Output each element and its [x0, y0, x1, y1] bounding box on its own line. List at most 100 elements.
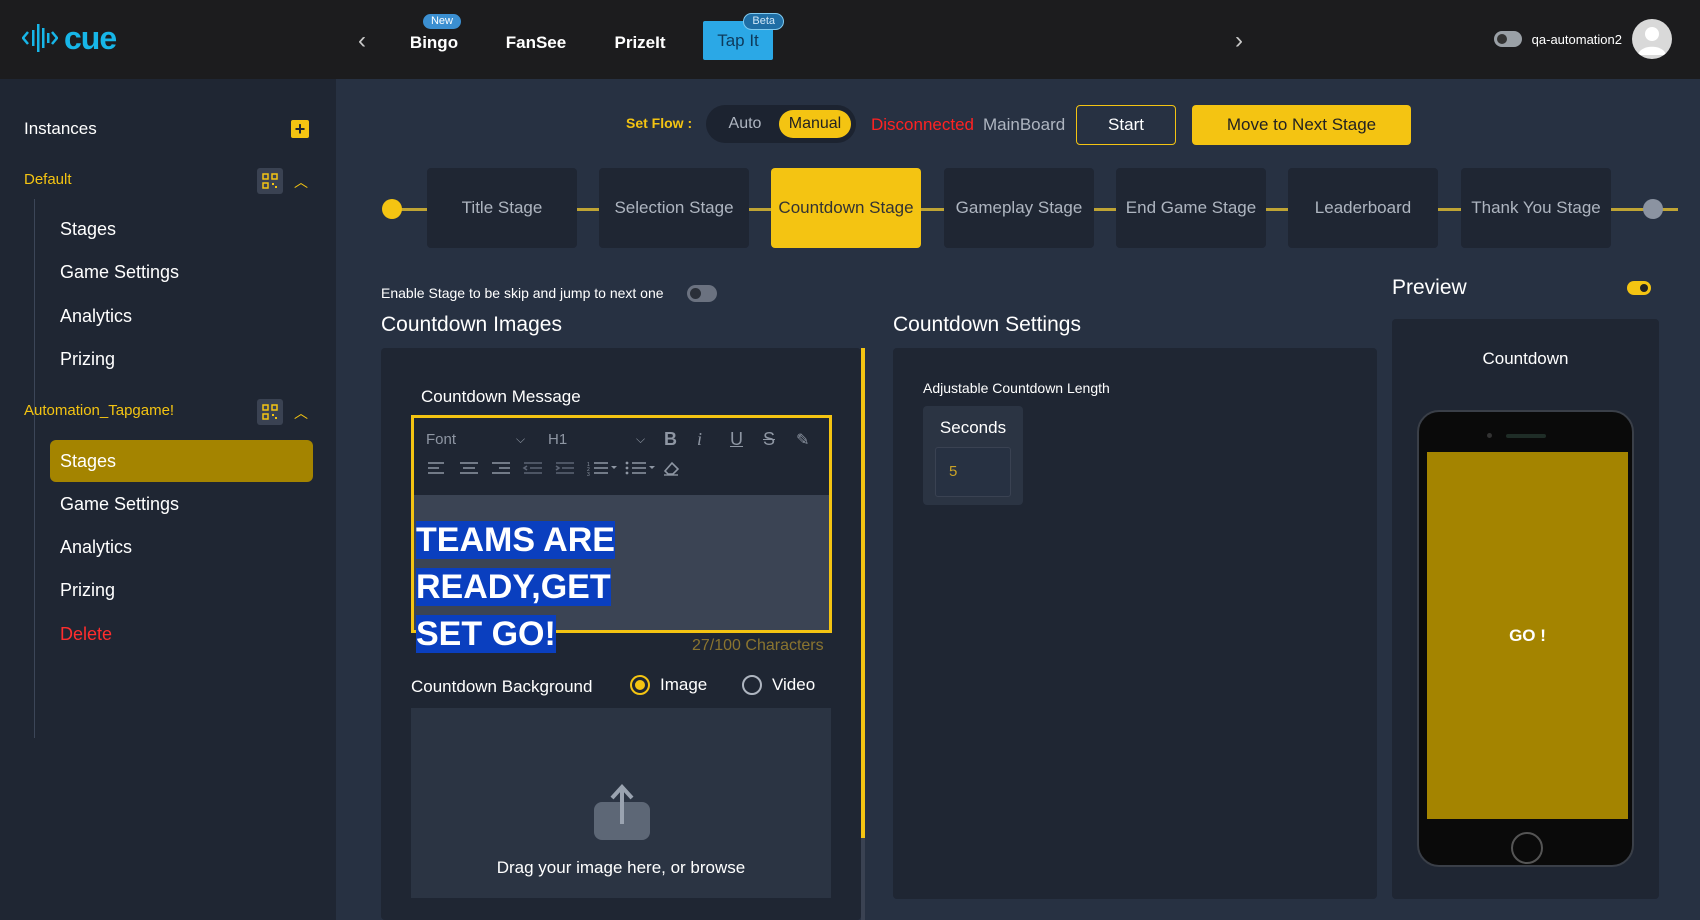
home-button	[1511, 832, 1543, 864]
skip-stage-label: Enable Stage to be skip and jump to next…	[381, 285, 664, 301]
chevron-left-icon[interactable]: ‹	[352, 26, 372, 56]
tab-prizeit[interactable]: PrizeIt	[613, 26, 667, 60]
tab-label: FanSee	[505, 33, 567, 52]
stage-selection[interactable]: Selection Stage	[599, 168, 749, 248]
tab-fansee[interactable]: FanSee	[505, 26, 567, 60]
instance-name-automation[interactable]: Automation_Tapgame!	[24, 402, 174, 419]
chevron-down-icon[interactable]: ⌵	[516, 432, 544, 447]
stage-end-game[interactable]: End Game Stage	[1116, 168, 1266, 248]
character-count: 27/100 Characters	[692, 637, 824, 654]
sidebar-item-stages[interactable]: Stages	[50, 208, 313, 250]
italic-icon[interactable]: i	[697, 429, 730, 450]
top-bar: cue ‹ Bingo New FanSee PrizeIt Tap It Be…	[0, 0, 1700, 79]
align-left-icon[interactable]	[426, 460, 458, 476]
username: qa-automation2	[1531, 31, 1622, 47]
bg-option-video[interactable]: Video	[742, 675, 815, 695]
radio-video[interactable]	[742, 675, 762, 695]
bg-option-image[interactable]: Image	[630, 675, 707, 695]
bold-icon[interactable]: B	[664, 429, 697, 450]
connection-status: Disconnected	[871, 115, 975, 134]
radio-image[interactable]	[630, 675, 650, 695]
chevron-down-icon[interactable]: ⌵	[636, 432, 664, 447]
seconds-label: Seconds	[939, 418, 1007, 437]
stage-gameplay[interactable]: Gameplay Stage	[944, 168, 1094, 248]
stage-title[interactable]: Title Stage	[427, 168, 577, 248]
indent-icon[interactable]	[554, 460, 586, 476]
skip-stage-toggle[interactable]	[687, 285, 717, 302]
message-line-2: SET GO!	[416, 615, 556, 653]
sidebar-item-game-settings[interactable]: Game Settings	[50, 483, 313, 525]
stage-countdown[interactable]: Countdown Stage	[771, 168, 921, 248]
chevron-up-icon[interactable]: ︿	[293, 403, 309, 421]
chevron-right-icon[interactable]: ›	[1229, 26, 1249, 56]
stage-thank-you[interactable]: Thank You Stage	[1461, 168, 1611, 248]
flow-auto-option[interactable]: Auto	[714, 110, 776, 138]
bullet-list-icon[interactable]	[624, 460, 662, 476]
eraser-icon[interactable]	[662, 460, 686, 476]
preview-screen-title: Countdown	[1482, 349, 1569, 368]
sidebar-item-game-settings[interactable]: Game Settings	[50, 251, 313, 293]
sidebar-item-delete[interactable]: Delete	[50, 613, 313, 655]
editor-text-area[interactable]: TEAMS ARE READY,GET SET GO!	[414, 495, 829, 653]
move-next-stage-button[interactable]: Move to Next Stage	[1192, 105, 1411, 145]
toolbar-row-2: 123	[426, 460, 686, 476]
svg-text:3: 3	[587, 472, 590, 476]
sidebar-item-analytics[interactable]: Analytics	[50, 295, 313, 337]
phone-mockup: GO !	[1417, 410, 1634, 867]
speaker-icon	[1506, 434, 1546, 438]
sidebar: Instances + Default ︿ Stages Game Settin…	[0, 79, 336, 920]
sidebar-item-analytics[interactable]: Analytics	[50, 526, 313, 568]
highlighter-icon[interactable]: ✎	[796, 430, 826, 450]
flow-manual-option[interactable]: Manual	[779, 110, 851, 138]
preview-title: Preview	[1392, 276, 1467, 299]
theme-toggle[interactable]	[1493, 31, 1522, 47]
tab-tapit[interactable]: Tap It Beta	[703, 13, 784, 60]
instance-name-default[interactable]: Default	[24, 171, 72, 188]
flow-toggle: Auto Manual	[706, 105, 856, 143]
upload-icon	[594, 784, 650, 840]
outdent-icon[interactable]	[522, 460, 554, 476]
seconds-input[interactable]: 5	[935, 447, 1011, 497]
strikethrough-icon[interactable]: S	[763, 429, 796, 450]
stage-leaderboard[interactable]: Leaderboard	[1288, 168, 1438, 248]
sidebar-item-stages-active[interactable]: Stages	[50, 440, 313, 482]
start-button[interactable]: Start	[1076, 105, 1176, 145]
go-text: GO !	[1509, 625, 1546, 645]
add-instance-button[interactable]: +	[291, 120, 309, 138]
countdown-background-label: Countdown Background	[411, 677, 593, 696]
tab-bingo[interactable]: Bingo New	[408, 13, 462, 60]
qr-code-icon[interactable]	[257, 399, 283, 425]
heading-select[interactable]: H1	[548, 431, 636, 448]
user-menu[interactable]: qa-automation2	[1493, 19, 1672, 59]
board-name: MainBoard	[983, 115, 1066, 134]
preview-toggle[interactable]	[1627, 281, 1651, 295]
image-dropzone[interactable]: Drag your image here, or browse	[411, 708, 831, 898]
set-flow-label: Set Flow :	[626, 115, 693, 131]
countdown-message-label: Countdown Message	[421, 387, 581, 406]
cue-logo[interactable]: cue	[22, 20, 117, 56]
countdown-images-title: Countdown Images	[381, 313, 562, 336]
underline-icon[interactable]: U	[730, 429, 763, 450]
sidebar-item-prizing[interactable]: Prizing	[50, 569, 313, 611]
tab-label: Tap It	[717, 31, 759, 50]
camera-icon	[1487, 433, 1492, 438]
user-icon	[1638, 27, 1666, 55]
sound-wave-icon	[22, 24, 58, 52]
align-center-icon[interactable]	[458, 460, 490, 476]
new-badge: New	[421, 13, 462, 30]
font-select[interactable]: Font	[426, 431, 516, 448]
sidebar-item-prizing[interactable]: Prizing	[50, 338, 313, 380]
panel-scrollbar[interactable]	[861, 348, 865, 838]
seconds-box: Seconds 5	[923, 406, 1023, 505]
tree-line	[34, 430, 35, 738]
tree-line	[34, 199, 35, 461]
beta-badge: Beta	[743, 13, 784, 30]
chevron-up-icon[interactable]: ︿	[293, 172, 309, 190]
align-right-icon[interactable]	[490, 460, 522, 476]
dropzone-text: Drag your image here, or browse	[496, 858, 746, 877]
qr-code-icon[interactable]	[257, 168, 283, 194]
ordered-list-icon[interactable]: 123	[586, 460, 624, 476]
avatar[interactable]	[1632, 19, 1672, 59]
rich-text-editor[interactable]: Font ⌵ H1 ⌵ B i U S ✎ 123 TEAMS ARE READ…	[411, 415, 832, 653]
radio-image-label: Image	[660, 675, 708, 694]
